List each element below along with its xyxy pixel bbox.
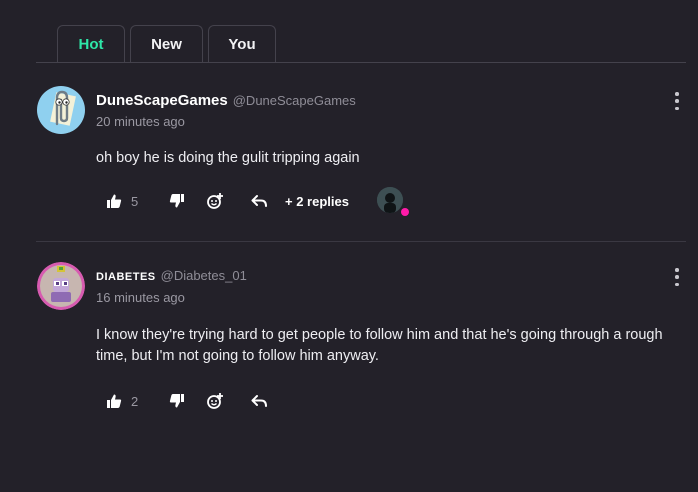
comment-actions: 2	[100, 387, 273, 415]
comment-timestamp: 16 minutes ago	[96, 290, 185, 305]
comment-divider	[36, 241, 686, 242]
add-emoji-icon	[207, 393, 223, 409]
replier-avatar[interactable]	[376, 187, 409, 216]
tab-new[interactable]: New	[130, 25, 203, 62]
reply-button[interactable]	[245, 187, 273, 215]
thumbs-down-icon	[169, 394, 184, 408]
reply-arrow-icon	[251, 395, 267, 407]
comment-text: I know they're trying hard to get people…	[96, 327, 663, 364]
reply-arrow-icon	[251, 195, 267, 207]
add-reaction-button[interactable]	[201, 187, 229, 215]
online-badge	[400, 208, 409, 216]
like-button[interactable]	[100, 187, 128, 215]
feed-tabs: Hot New You	[57, 25, 276, 63]
tab-you[interactable]: You	[208, 25, 276, 62]
dislike-button[interactable]	[163, 387, 191, 415]
username[interactable]: DuneScapeGames	[96, 92, 228, 109]
more-options-icon[interactable]	[674, 92, 680, 110]
user-handle[interactable]: @Diabetes_01	[161, 268, 247, 283]
comment-text: oh boy he is doing the gulit tripping ag…	[96, 150, 360, 166]
comment-timestamp: 20 minutes ago	[96, 114, 185, 129]
like-count: 2	[131, 393, 139, 409]
tab-hot[interactable]: Hot	[57, 25, 125, 62]
user-handle[interactable]: @DuneScapeGames	[233, 93, 356, 108]
tabs-divider	[36, 62, 686, 63]
thumbs-up-icon	[107, 394, 122, 408]
avatar[interactable]	[37, 86, 85, 134]
username[interactable]: DIABETES	[96, 271, 156, 283]
comment-actions: 5 + 2 replies	[100, 187, 409, 216]
reply-button[interactable]	[245, 387, 273, 415]
dislike-button[interactable]	[163, 187, 191, 215]
thumbs-up-icon	[107, 194, 122, 208]
like-button[interactable]	[100, 387, 128, 415]
like-count: 5	[131, 193, 139, 209]
avatar[interactable]	[37, 262, 85, 310]
more-options-icon[interactable]	[674, 268, 680, 286]
view-replies-link[interactable]: + 2 replies	[285, 194, 349, 209]
add-reaction-button[interactable]	[201, 387, 229, 415]
add-emoji-icon	[207, 193, 223, 209]
thumbs-down-icon	[169, 194, 184, 208]
